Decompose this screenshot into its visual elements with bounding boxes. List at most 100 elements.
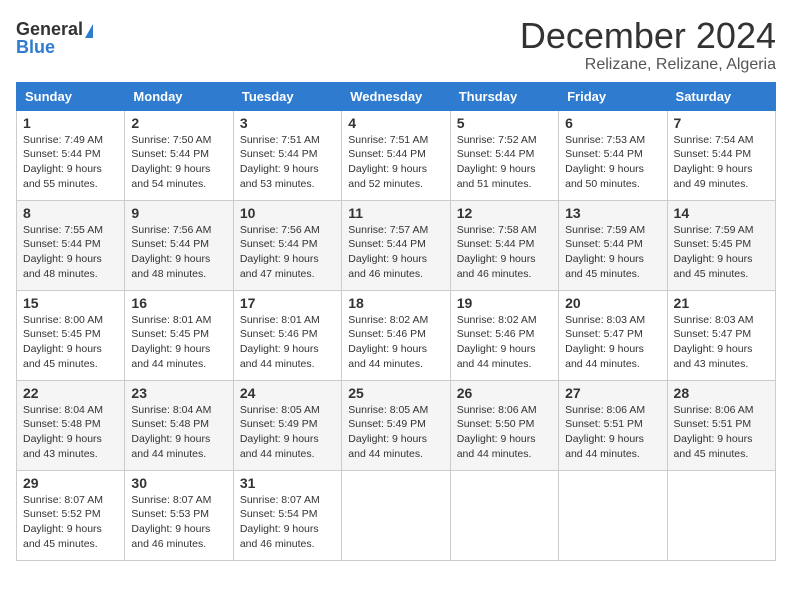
day-info: Sunrise: 8:07 AM Sunset: 5:54 PM Dayligh… [240,493,335,552]
day-number: 31 [240,475,335,491]
day-info: Sunrise: 8:03 AM Sunset: 5:47 PM Dayligh… [674,313,769,372]
calendar-cell: 31 Sunrise: 8:07 AM Sunset: 5:54 PM Dayl… [233,470,341,560]
day-number: 15 [23,295,118,311]
calendar-cell: 18 Sunrise: 8:02 AM Sunset: 5:46 PM Dayl… [342,290,450,380]
calendar-cell: 25 Sunrise: 8:05 AM Sunset: 5:49 PM Dayl… [342,380,450,470]
weekday-header-sunday: Sunday [17,82,125,110]
calendar-cell: 14 Sunrise: 7:59 AM Sunset: 5:45 PM Dayl… [667,200,775,290]
day-info: Sunrise: 7:59 AM Sunset: 5:44 PM Dayligh… [565,223,660,282]
day-number: 7 [674,115,769,131]
calendar-cell: 24 Sunrise: 8:05 AM Sunset: 5:49 PM Dayl… [233,380,341,470]
calendar-cell [450,470,558,560]
weekday-header-saturday: Saturday [667,82,775,110]
day-number: 9 [131,205,226,221]
day-number: 25 [348,385,443,401]
week-row-2: 8 Sunrise: 7:55 AM Sunset: 5:44 PM Dayli… [17,200,776,290]
day-number: 10 [240,205,335,221]
day-number: 1 [23,115,118,131]
day-info: Sunrise: 7:57 AM Sunset: 5:44 PM Dayligh… [348,223,443,282]
day-info: Sunrise: 7:50 AM Sunset: 5:44 PM Dayligh… [131,133,226,192]
calendar-cell: 11 Sunrise: 7:57 AM Sunset: 5:44 PM Dayl… [342,200,450,290]
day-info: Sunrise: 7:51 AM Sunset: 5:44 PM Dayligh… [348,133,443,192]
calendar-cell: 3 Sunrise: 7:51 AM Sunset: 5:44 PM Dayli… [233,110,341,200]
day-info: Sunrise: 8:05 AM Sunset: 5:49 PM Dayligh… [348,403,443,462]
logo-general-text: General [16,20,83,38]
calendar-cell: 21 Sunrise: 8:03 AM Sunset: 5:47 PM Dayl… [667,290,775,380]
day-number: 24 [240,385,335,401]
day-number: 26 [457,385,552,401]
page-header: General Blue December 2024 Relizane, Rel… [16,16,776,74]
day-info: Sunrise: 8:05 AM Sunset: 5:49 PM Dayligh… [240,403,335,462]
day-info: Sunrise: 7:53 AM Sunset: 5:44 PM Dayligh… [565,133,660,192]
day-info: Sunrise: 8:06 AM Sunset: 5:51 PM Dayligh… [674,403,769,462]
calendar-cell: 4 Sunrise: 7:51 AM Sunset: 5:44 PM Dayli… [342,110,450,200]
day-info: Sunrise: 7:49 AM Sunset: 5:44 PM Dayligh… [23,133,118,192]
calendar-cell: 5 Sunrise: 7:52 AM Sunset: 5:44 PM Dayli… [450,110,558,200]
day-number: 8 [23,205,118,221]
calendar-cell: 17 Sunrise: 8:01 AM Sunset: 5:46 PM Dayl… [233,290,341,380]
day-info: Sunrise: 7:51 AM Sunset: 5:44 PM Dayligh… [240,133,335,192]
day-number: 23 [131,385,226,401]
day-info: Sunrise: 8:04 AM Sunset: 5:48 PM Dayligh… [131,403,226,462]
day-number: 2 [131,115,226,131]
day-info: Sunrise: 8:06 AM Sunset: 5:51 PM Dayligh… [565,403,660,462]
calendar-cell: 13 Sunrise: 7:59 AM Sunset: 5:44 PM Dayl… [559,200,667,290]
day-number: 22 [23,385,118,401]
calendar-cell: 10 Sunrise: 7:56 AM Sunset: 5:44 PM Dayl… [233,200,341,290]
day-info: Sunrise: 8:02 AM Sunset: 5:46 PM Dayligh… [457,313,552,372]
weekday-header-row: SundayMondayTuesdayWednesdayThursdayFrid… [17,82,776,110]
week-row-1: 1 Sunrise: 7:49 AM Sunset: 5:44 PM Dayli… [17,110,776,200]
day-number: 11 [348,205,443,221]
day-info: Sunrise: 7:55 AM Sunset: 5:44 PM Dayligh… [23,223,118,282]
calendar-cell [559,470,667,560]
day-info: Sunrise: 8:01 AM Sunset: 5:45 PM Dayligh… [131,313,226,372]
day-info: Sunrise: 8:04 AM Sunset: 5:48 PM Dayligh… [23,403,118,462]
calendar-cell: 20 Sunrise: 8:03 AM Sunset: 5:47 PM Dayl… [559,290,667,380]
weekday-header-thursday: Thursday [450,82,558,110]
day-info: Sunrise: 7:58 AM Sunset: 5:44 PM Dayligh… [457,223,552,282]
day-info: Sunrise: 7:59 AM Sunset: 5:45 PM Dayligh… [674,223,769,282]
calendar-cell: 22 Sunrise: 8:04 AM Sunset: 5:48 PM Dayl… [17,380,125,470]
calendar-cell [667,470,775,560]
logo-blue-text: Blue [16,38,55,56]
day-number: 18 [348,295,443,311]
calendar-cell: 6 Sunrise: 7:53 AM Sunset: 5:44 PM Dayli… [559,110,667,200]
calendar-cell: 15 Sunrise: 8:00 AM Sunset: 5:45 PM Dayl… [17,290,125,380]
calendar-cell: 2 Sunrise: 7:50 AM Sunset: 5:44 PM Dayli… [125,110,233,200]
day-number: 16 [131,295,226,311]
day-info: Sunrise: 8:07 AM Sunset: 5:52 PM Dayligh… [23,493,118,552]
logo-icon [85,24,93,38]
day-info: Sunrise: 7:56 AM Sunset: 5:44 PM Dayligh… [131,223,226,282]
day-number: 6 [565,115,660,131]
calendar-cell: 23 Sunrise: 8:04 AM Sunset: 5:48 PM Dayl… [125,380,233,470]
day-number: 19 [457,295,552,311]
day-info: Sunrise: 8:07 AM Sunset: 5:53 PM Dayligh… [131,493,226,552]
day-number: 17 [240,295,335,311]
week-row-3: 15 Sunrise: 8:00 AM Sunset: 5:45 PM Dayl… [17,290,776,380]
day-number: 27 [565,385,660,401]
calendar-cell: 30 Sunrise: 8:07 AM Sunset: 5:53 PM Dayl… [125,470,233,560]
weekday-header-monday: Monday [125,82,233,110]
weekday-header-wednesday: Wednesday [342,82,450,110]
day-number: 14 [674,205,769,221]
day-info: Sunrise: 8:06 AM Sunset: 5:50 PM Dayligh… [457,403,552,462]
day-number: 13 [565,205,660,221]
day-number: 4 [348,115,443,131]
weekday-header-tuesday: Tuesday [233,82,341,110]
day-info: Sunrise: 8:00 AM Sunset: 5:45 PM Dayligh… [23,313,118,372]
logo: General Blue [16,20,93,56]
week-row-5: 29 Sunrise: 8:07 AM Sunset: 5:52 PM Dayl… [17,470,776,560]
calendar-cell: 19 Sunrise: 8:02 AM Sunset: 5:46 PM Dayl… [450,290,558,380]
weekday-header-friday: Friday [559,82,667,110]
calendar-cell: 28 Sunrise: 8:06 AM Sunset: 5:51 PM Dayl… [667,380,775,470]
day-number: 20 [565,295,660,311]
day-info: Sunrise: 7:56 AM Sunset: 5:44 PM Dayligh… [240,223,335,282]
calendar-cell: 29 Sunrise: 8:07 AM Sunset: 5:52 PM Dayl… [17,470,125,560]
day-info: Sunrise: 8:03 AM Sunset: 5:47 PM Dayligh… [565,313,660,372]
day-info: Sunrise: 8:01 AM Sunset: 5:46 PM Dayligh… [240,313,335,372]
day-number: 28 [674,385,769,401]
calendar-cell: 9 Sunrise: 7:56 AM Sunset: 5:44 PM Dayli… [125,200,233,290]
calendar-cell [342,470,450,560]
day-info: Sunrise: 7:54 AM Sunset: 5:44 PM Dayligh… [674,133,769,192]
day-number: 29 [23,475,118,491]
